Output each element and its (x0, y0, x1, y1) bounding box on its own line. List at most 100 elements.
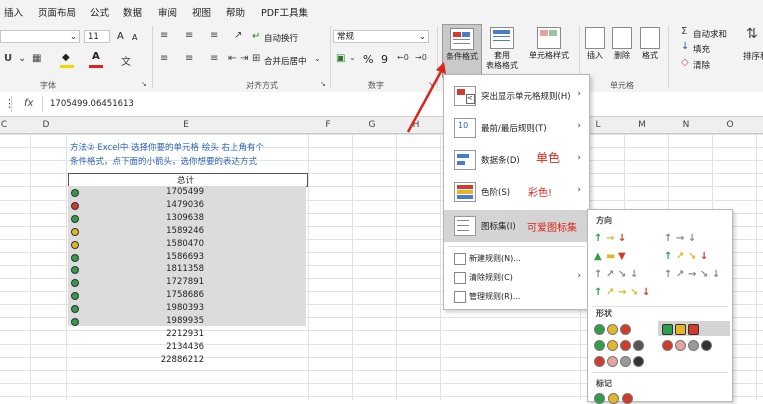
delete-cells-button[interactable]: 删除 (610, 27, 634, 61)
chevron-down-icon[interactable]: ⌄ (18, 53, 26, 64)
arrow-icon[interactable]: ↓ (618, 234, 626, 244)
total-value-cell[interactable]: 1727891 (160, 277, 204, 287)
circle-shape-icon[interactable] (662, 340, 673, 351)
dialog-launcher-icon[interactable]: ↘ (141, 80, 147, 88)
menu-item-icon-sets[interactable]: 图标集(I) 可爱图标集 (444, 210, 589, 242)
total-value-cell[interactable]: 1989935 (160, 316, 204, 326)
align-middle-icon[interactable]: ≡ (185, 30, 193, 41)
arrow-icon[interactable]: ↑ (594, 270, 602, 280)
arrow-icon[interactable]: ↓ (700, 252, 708, 262)
cell-style-button[interactable]: 单元格样式 (524, 27, 574, 61)
align-bottom-icon[interactable]: ≡ (210, 30, 218, 41)
square-shape-icon[interactable] (662, 324, 673, 335)
column-header-d[interactable]: D (36, 120, 56, 130)
square-shape-icon[interactable] (688, 324, 699, 335)
insert-function-icon[interactable]: fx (24, 98, 33, 109)
arrow-icon[interactable]: ▬ (606, 252, 615, 262)
chevron-down-icon[interactable]: ⌄ (314, 54, 321, 63)
total-value-cell[interactable]: 1479036 (160, 200, 204, 210)
arrow-icon[interactable]: ↘ (700, 270, 708, 280)
total-value-cell[interactable]: 1589246 (160, 226, 204, 236)
font-size-select[interactable]: 11 (84, 30, 110, 43)
circle-shape-icon[interactable] (594, 324, 605, 335)
sort-filter-icon[interactable]: ⇅ (746, 26, 758, 42)
format-as-table-button[interactable]: 套用 表格格式 (482, 27, 522, 71)
dialog-launcher-icon[interactable]: ↘ (320, 80, 326, 88)
eraser-icon[interactable]: ◇ (681, 57, 689, 68)
autosum-icon[interactable]: Σ (681, 26, 687, 37)
merge-center-button[interactable]: 合并后居中 (264, 55, 307, 67)
menu-item-new-rule[interactable]: 新建规则(N)... (444, 249, 589, 268)
number-format-select[interactable]: 常规 ⌄ (333, 30, 429, 43)
align-right-icon[interactable]: ≡ (210, 53, 218, 64)
arrow-icon[interactable]: → (606, 234, 614, 244)
clear-button[interactable]: 清除 (693, 59, 710, 71)
circle-shape-icon[interactable] (620, 340, 631, 351)
more-icon[interactable]: ⋮ (4, 97, 15, 110)
decrease-indent-icon[interactable]: ⇤ (228, 53, 236, 64)
arrow-icon[interactable]: ▲ (594, 252, 602, 262)
menu-item-data-bars[interactable]: 数据条(D) 单色 › (444, 144, 589, 176)
total-value-cell[interactable]: 1811358 (160, 264, 204, 274)
total-value-cell[interactable]: 2134436 (160, 342, 204, 352)
fill-button[interactable]: 填充 (693, 43, 710, 55)
circle-shape-icon[interactable] (594, 356, 605, 367)
percent-button[interactable]: % (363, 53, 373, 66)
align-left-icon[interactable]: ≡ (160, 53, 168, 64)
arrow-icon[interactable]: ↗ (606, 270, 614, 280)
circle-shape-icon[interactable] (688, 340, 699, 351)
total-value-cell[interactable]: 1758686 (160, 290, 204, 300)
arrow-icon[interactable]: ↑ (664, 270, 672, 280)
menu-data[interactable]: 数据 (123, 5, 142, 19)
arrow-icon[interactable]: ↓ (630, 270, 638, 280)
total-header-cell[interactable]: 总计 (68, 173, 308, 187)
arrow-icon[interactable]: ↓ (642, 288, 650, 298)
column-header-o[interactable]: O (720, 120, 740, 130)
circle-shape-icon[interactable] (607, 324, 618, 335)
font-grow-button[interactable]: A (117, 31, 124, 42)
total-value-cell[interactable]: 2212931 (160, 329, 204, 339)
circle-shape-icon[interactable] (701, 340, 712, 351)
circle-shape-icon[interactable] (620, 356, 631, 367)
column-header-c[interactable]: C (0, 120, 8, 130)
column-header-l[interactable]: L (588, 120, 608, 130)
arrow-icon[interactable]: ↑ (664, 252, 672, 262)
arrow-icon[interactable]: ↓ (712, 270, 720, 280)
font-name-select[interactable]: ⌄ (0, 30, 80, 43)
orientation-icon[interactable]: ↗ (234, 30, 242, 41)
total-value-cell[interactable]: 1705499 (160, 187, 204, 197)
currency-icon[interactable]: ▣ (336, 53, 345, 64)
arrow-icon[interactable]: → (676, 234, 684, 244)
border-icon[interactable]: ▦ (32, 53, 41, 64)
increase-indent-icon[interactable]: ⇥ (240, 53, 248, 64)
fill-down-icon[interactable]: ↓ (681, 41, 689, 52)
circle-shape-icon[interactable] (607, 340, 618, 351)
menu-formulas[interactable]: 公式 (90, 5, 109, 19)
format-cells-button[interactable]: 格式 (638, 27, 662, 61)
autosum-button[interactable]: 自动求和 (693, 28, 727, 40)
wrap-text-button[interactable]: 自动换行 (264, 32, 298, 44)
menu-view[interactable]: 视图 (192, 5, 211, 19)
align-top-icon[interactable]: ≡ (160, 30, 168, 41)
arrow-icon[interactable]: ↑ (664, 234, 672, 244)
arrow-icon[interactable]: ↗ (676, 252, 684, 262)
circle-shape-icon[interactable] (633, 356, 644, 367)
arrow-icon[interactable]: ↘ (618, 270, 626, 280)
total-value-cell[interactable]: 1309638 (160, 213, 204, 223)
square-shape-icon[interactable] (675, 324, 686, 335)
chevron-down-icon[interactable]: ⌄ (349, 53, 356, 62)
arrow-icon[interactable]: ↘ (630, 288, 638, 298)
formula-input[interactable]: 1705499.06451613 (50, 99, 134, 109)
arrow-icon[interactable]: ↗ (676, 270, 684, 280)
sort-filter-button[interactable]: 排序和 (743, 50, 763, 62)
wrap-text-icon[interactable]: ↵ (252, 31, 260, 42)
insert-cells-button[interactable]: 插入 (583, 27, 607, 61)
arrow-icon[interactable]: → (688, 270, 696, 280)
column-header-m[interactable]: M (632, 120, 652, 130)
circle-shape-icon[interactable] (633, 340, 644, 351)
menu-item-top-bottom[interactable]: 10 最前/最后规则(T) › (444, 112, 589, 144)
menu-help[interactable]: 帮助 (226, 5, 245, 19)
phonetic-icon[interactable]: 文 (121, 53, 131, 68)
underline-icon[interactable]: U (4, 53, 12, 64)
menu-page-layout[interactable]: 页面布局 (38, 5, 76, 19)
